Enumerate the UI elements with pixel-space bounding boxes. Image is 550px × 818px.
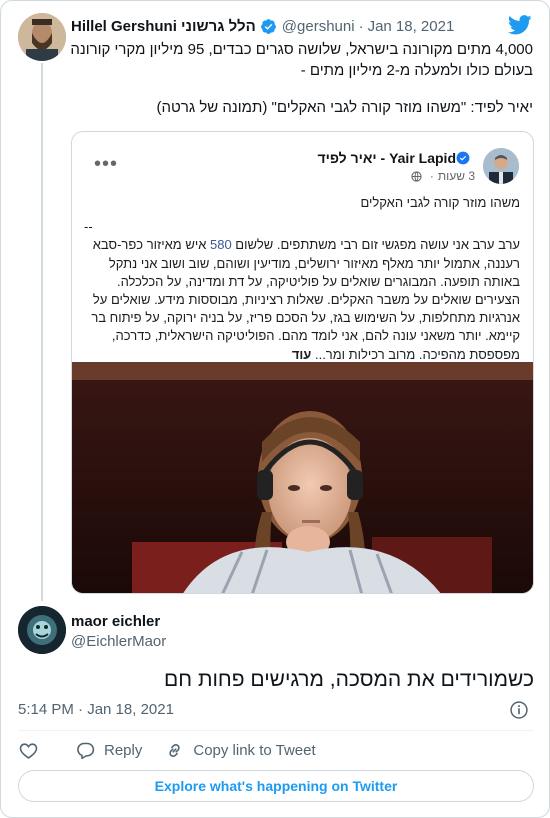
link-icon — [169, 743, 181, 757]
thread-line — [41, 63, 43, 601]
separator-dot: · — [358, 17, 364, 35]
parent-tweet-header: Hillel Gershuni הלל גרשוני @gershuni · J… — [71, 16, 454, 36]
reply-label: Reply — [104, 741, 143, 759]
tweet-actions: Reply Copy link to Tweet — [18, 739, 316, 761]
parent-display-name[interactable]: Hillel Gershuni הלל גרשוני — [71, 18, 256, 35]
parent-handle[interactable]: @gershuni — [282, 18, 355, 35]
tweet-timestamp[interactable]: 5:14 PM · Jan 18, 2021 — [18, 701, 174, 718]
embedded-body-line: באותה תופעה. המבוגרים שואלים על פוליטיקה… — [116, 273, 520, 289]
embedded-post-time: 3 שעות — [437, 169, 475, 183]
more-options-icon: ••• — [94, 153, 119, 175]
embedded-dashes: -- — [84, 219, 93, 235]
parent-tweet-text: 4,000 מתים מקורונה בישראל, שלושה סגרים כ… — [70, 39, 533, 118]
main-tweet-text: כשמורידים את המסכה, מרגישים פחות חם — [164, 668, 534, 691]
twitter-bird-icon[interactable] — [508, 15, 532, 35]
explore-twitter-button[interactable]: Explore what's happening on Twitter — [18, 770, 534, 802]
embedded-post-body: משהו מוזר קורה לגבי האקלים -- ערב ערב אנ… — [84, 194, 520, 364]
like-button[interactable] — [18, 740, 47, 761]
embedded-photo[interactable] — [72, 362, 533, 593]
embedded-body-line: ערב ערב אני עושה מפגשי זום רבי משתתפים. … — [92, 237, 520, 253]
info-icon[interactable] — [509, 700, 529, 720]
heart-icon — [19, 742, 38, 759]
verified-badge-icon — [260, 18, 276, 34]
read-more-link[interactable]: עוד — [292, 347, 312, 362]
parent-date[interactable]: Jan 18, 2021 — [368, 18, 455, 35]
globe-icon — [411, 170, 422, 182]
divider — [18, 730, 534, 731]
parent-text-line: 4,000 מתים מקורונה בישראל, שלושה סגרים כ… — [70, 41, 533, 58]
main-avatar[interactable] — [18, 606, 66, 654]
main-display-name[interactable]: maor eichler — [71, 613, 160, 630]
parent-text-line: יאיר לפיד: "משהו מוזר קורה לגבי האקלים" … — [156, 99, 533, 116]
parent-avatar[interactable] — [18, 13, 66, 61]
embedded-body-line: רעננה, אתמול יותר מאלף מאיזור ירושלים, מ… — [108, 255, 520, 271]
embedded-body-line: אנרגיות מתחלפות, על השימוש בגז, על הסכם … — [91, 310, 520, 326]
embedded-body-line: קיימא. יותר משאני עונה להם, אני לומד מהם… — [111, 328, 520, 344]
embedded-author-row: יאיר לפיד - Yair Lapid — [317, 150, 475, 166]
embedded-author-avatar — [483, 148, 519, 184]
embedded-post-meta: 3 שעות · — [411, 169, 475, 183]
reply-bubble-icon — [77, 742, 95, 759]
embedded-body-line: הצעירים שואלים על משבר האקלים. שאלות רצי… — [92, 292, 520, 308]
copy-link-label: Copy link to Tweet — [193, 741, 316, 759]
reply-button[interactable]: Reply — [75, 740, 142, 761]
separator-dot: · — [429, 169, 434, 183]
verified-badge-icon — [456, 151, 470, 165]
tweet-card: Hillel Gershuni הלל גרשוני @gershuni · J… — [0, 0, 550, 818]
parent-text-line: בעולם כולו ולמעלה מ-2 מיליון מתים - — [300, 62, 533, 79]
copy-link-button[interactable]: Copy link to Tweet — [164, 740, 316, 761]
main-handle[interactable]: @EichlerMaor — [71, 633, 166, 650]
embedded-author-name: יאיר לפיד - Yair Lapid — [317, 150, 456, 166]
embedded-media-card[interactable]: יאיר לפיד - Yair Lapid 3 שעות · ••• משהו… — [71, 131, 534, 594]
embedded-headline: משהו מוזר קורה לגבי האקלים — [360, 195, 520, 210]
